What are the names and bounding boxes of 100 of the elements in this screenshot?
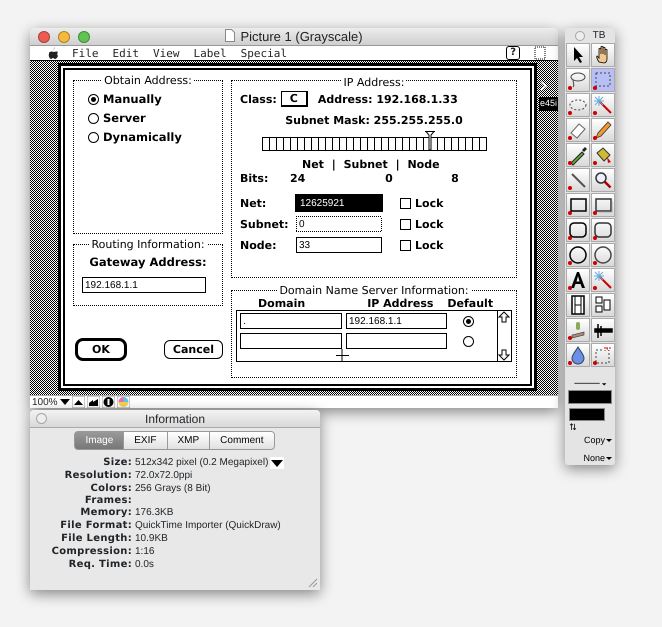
- tool-button[interactable]: [590, 143, 614, 167]
- zoom-button[interactable]: [78, 30, 90, 42]
- tool-button[interactable]: [590, 168, 614, 192]
- scroll-down-icon[interactable]: [498, 349, 510, 361]
- info-label: Req. Time:: [68, 559, 132, 570]
- help-button[interactable]: ?: [506, 46, 520, 60]
- field-label: Node:: [240, 238, 278, 252]
- tool-button[interactable]: [566, 93, 590, 117]
- tool-button[interactable]: [566, 268, 590, 292]
- tool-button[interactable]: [590, 243, 614, 267]
- info-icon[interactable]: [102, 396, 115, 408]
- menu-item[interactable]: File: [72, 46, 98, 60]
- info-label: Size:: [102, 457, 132, 468]
- label-text: e45i: [538, 97, 558, 110]
- number-field[interactable]: 12625921: [296, 195, 382, 211]
- document-icon: [225, 28, 236, 42]
- tab[interactable]: XMP: [166, 431, 210, 450]
- tab[interactable]: Comment: [209, 431, 275, 450]
- zoom-level[interactable]: 100%: [32, 396, 58, 408]
- minimize-button[interactable]: [58, 30, 70, 42]
- radio-option[interactable]: Server: [88, 111, 214, 125]
- triangle-icon[interactable]: [72, 396, 85, 408]
- info-label: Memory:: [79, 507, 132, 518]
- menu-item[interactable]: View: [153, 46, 180, 60]
- window-title: Picture 1 (Grayscale): [240, 28, 363, 44]
- group-title: IP Address:: [342, 76, 406, 89]
- wand-icon: [592, 269, 614, 291]
- tool-button[interactable]: [566, 343, 590, 367]
- tool-button[interactable]: [590, 318, 614, 342]
- background-color-swatch[interactable]: [569, 408, 605, 421]
- group-title: Domain Name Server Information:: [277, 284, 471, 297]
- dropdown-icon[interactable]: [270, 456, 284, 468]
- bits-value: 0: [384, 172, 394, 185]
- default-radio[interactable]: [463, 316, 474, 326]
- resize-grip-icon[interactable]: [308, 578, 318, 588]
- field-label: Subnet:: [240, 218, 290, 230]
- tool-button[interactable]: [590, 68, 614, 92]
- slider-thumb[interactable]: [424, 131, 435, 151]
- foreground-color-swatch[interactable]: [568, 390, 612, 404]
- info-value: 10.9KB: [135, 532, 168, 545]
- info-value: 256 Grays (8 Bit): [135, 482, 211, 495]
- default-radio[interactable]: [463, 336, 474, 346]
- tool-button[interactable]: [566, 143, 590, 167]
- ip-field[interactable]: 192.168.1.1: [346, 313, 447, 329]
- tool-button[interactable]: [566, 43, 590, 67]
- palette-title: TB: [592, 29, 606, 43]
- scrollbar[interactable]: [497, 311, 511, 361]
- group-title: Obtain Address:: [102, 74, 194, 87]
- bits-value: 8: [450, 172, 460, 185]
- radio-option[interactable]: Manually: [88, 92, 214, 106]
- tool-button[interactable]: [590, 293, 614, 317]
- column-header: Default: [447, 297, 494, 310]
- info-value: 72.0x72.0ppi: [135, 469, 192, 482]
- apple-icon[interactable]: [48, 47, 58, 59]
- mode-dropdown[interactable]: None: [583, 452, 612, 466]
- scroll-up-icon[interactable]: [498, 311, 510, 323]
- menu-item[interactable]: Special: [240, 46, 287, 60]
- gateway-field[interactable]: 192.168.1.1: [82, 277, 206, 293]
- tab[interactable]: Image: [74, 431, 124, 450]
- lock-checkbox[interactable]: Lock: [400, 238, 444, 252]
- tool-button[interactable]: [566, 293, 590, 317]
- swap-colors-icon[interactable]: [568, 422, 578, 430]
- domain-field[interactable]: [240, 333, 342, 349]
- tool-button[interactable]: [566, 218, 590, 242]
- tool-button[interactable]: [566, 68, 590, 92]
- tool-button[interactable]: [590, 118, 614, 142]
- column-header: IP Address: [367, 297, 434, 310]
- tool-button[interactable]: [566, 243, 590, 267]
- tab[interactable]: EXIF: [123, 431, 168, 450]
- number-field[interactable]: 33: [296, 237, 382, 253]
- tool-button[interactable]: [590, 218, 614, 242]
- color-wheel-icon[interactable]: [116, 396, 130, 408]
- dropdown-icon[interactable]: [60, 397, 70, 407]
- tool-button[interactable]: [590, 343, 614, 367]
- caret-icon: [606, 456, 612, 461]
- lock-checkbox[interactable]: Lock: [400, 196, 444, 210]
- tool-button[interactable]: [566, 318, 590, 342]
- caret-icon: [606, 438, 612, 444]
- field-label: Gateway Address:: [89, 255, 207, 269]
- mode-dropdown[interactable]: Copy: [584, 434, 612, 448]
- ip-field[interactable]: [346, 333, 447, 349]
- info-label: Compression:: [50, 546, 132, 557]
- menu-item[interactable]: Edit: [112, 46, 139, 60]
- column-header: Domain: [258, 297, 306, 310]
- tool-button[interactable]: [590, 193, 614, 217]
- tool-button[interactable]: [590, 43, 614, 67]
- domain-field[interactable]: .: [240, 313, 342, 329]
- tool-button[interactable]: [566, 193, 590, 217]
- dialog-button[interactable]: OK: [75, 338, 127, 361]
- oval-icon: [592, 244, 614, 266]
- class-box[interactable]: C: [280, 91, 308, 107]
- subnet-mask-text: Subnet Mask: 255.255.255.0: [285, 114, 463, 127]
- mountain-icon[interactable]: [86, 396, 100, 408]
- info-value: 0.0s: [135, 558, 154, 571]
- close-button[interactable]: [38, 30, 50, 42]
- radio-option[interactable]: Dynamically: [88, 130, 214, 144]
- tool-button[interactable]: [566, 168, 590, 192]
- dialog-button[interactable]: Cancel: [164, 340, 223, 359]
- bits-header: Net | Subnet | Node: [302, 158, 441, 171]
- menu-item[interactable]: Label: [194, 46, 227, 60]
